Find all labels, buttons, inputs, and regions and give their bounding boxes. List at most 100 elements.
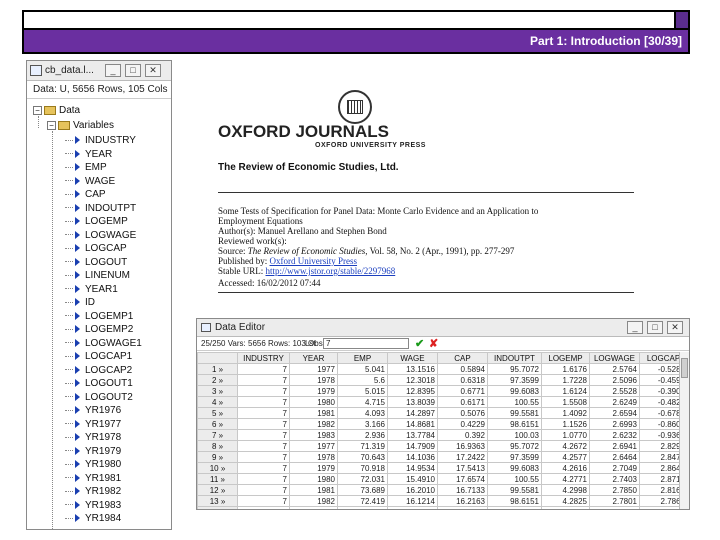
table-cell[interactable]: 4.2616 [541,462,590,474]
minimize-button[interactable]: _ [627,321,643,334]
table-cell[interactable]: 7 [237,451,290,463]
table-cell[interactable]: 1979 [289,385,338,397]
table-row[interactable]: 1 » 7 1977 5.041 13.1516 0.5894 95.7072 1.6176 2… [197,363,688,375]
row-header[interactable]: 3 » [197,385,238,397]
variable-item[interactable]: LOGCAP [65,243,127,255]
table-cell[interactable]: 1982 [289,418,338,430]
table-cell[interactable]: 2.936 [337,429,388,441]
column-header[interactable]: EMP [337,352,388,364]
table-cell[interactable]: 0.6171 [437,396,488,408]
table-cell[interactable]: 1981 [289,407,338,419]
row-header[interactable]: 2 » [197,374,238,386]
variable-item[interactable]: LOGOUT2 [65,392,133,404]
table-cell[interactable]: 1981 [289,484,338,496]
column-header[interactable]: WAGE [387,352,438,364]
table-cell[interactable]: 17.2422 [437,451,488,463]
data-grid[interactable]: INDUSTRY YEAR EMP WAGE CAP INDOUTPT LOGEMP LOGW… [197,352,689,509]
table-cell[interactable]: 1978 [289,374,338,386]
variable-item[interactable]: YR1978 [65,432,121,444]
table-cell[interactable]: 97.3599 [487,451,542,463]
table-cell[interactable]: 2.5096 [589,374,640,386]
variable-item[interactable]: YR1981 [65,473,121,485]
row-header[interactable]: 14 » [197,506,238,509]
table-cell[interactable]: 1980 [289,396,338,408]
column-header[interactable]: INDUSTRY [237,352,290,364]
table-cell[interactable]: 13.1516 [387,363,438,375]
variable-item[interactable]: YR1977 [65,419,121,431]
close-button[interactable]: ✕ [667,321,683,334]
table-cell[interactable]: 4.2672 [541,440,590,452]
table-cell[interactable]: 7 [237,374,290,386]
table-cell[interactable]: 72.419 [337,495,388,507]
row-header[interactable]: 5 » [197,407,238,419]
table-cell[interactable]: 2.6464 [589,451,640,463]
table-cell[interactable]: 1.4092 [541,407,590,419]
table-cell[interactable]: 99.6083 [487,385,542,397]
table-row[interactable]: 7 » 7 1983 2.936 13.7784 0.392 100.03 1.0770 2.6… [197,429,688,441]
collapse-icon[interactable]: − [47,120,56,130]
table-cell[interactable]: 15.4910 [387,473,438,485]
table-row[interactable]: 9 » 7 1978 70.643 14.1036 17.2422 97.3599 4.257… [197,451,688,463]
variable-item[interactable]: CAP [65,189,106,201]
variable-item[interactable]: YEAR [65,149,112,161]
table-cell[interactable]: 1977 [289,363,338,375]
variable-item[interactable]: LOGWAGE1 [65,338,142,350]
table-cell[interactable]: 2.7801 [589,495,640,507]
table-cell[interactable]: 0.4229 [437,418,488,430]
variable-item[interactable]: YR1980 [65,459,121,471]
table-cell[interactable]: 16.8583 [387,506,438,509]
table-cell[interactable]: 98.6151 [487,418,542,430]
table-cell[interactable]: 2.6993 [589,418,640,430]
table-cell[interactable]: 7 [237,385,290,397]
table-cell[interactable]: 16.1214 [387,495,438,507]
table-cell[interactable]: 7 [237,429,290,441]
table-row[interactable]: 8 » 7 1977 71.319 14.7909 16.9363 95.7072 4.267… [197,440,688,452]
table-cell[interactable]: 13.7784 [387,429,438,441]
table-cell[interactable]: 17.6574 [437,473,488,485]
table-cell[interactable]: 95.7072 [487,440,542,452]
table-cell[interactable]: 14.8681 [387,418,438,430]
table-cell[interactable]: 73.689 [337,484,388,496]
table-cell[interactable]: 1977 [289,440,338,452]
table-cell[interactable]: 2.8248 [589,506,640,509]
table-cell[interactable]: 98.6151 [487,495,542,507]
stable-url-link[interactable]: http://www.jstor.org/stable/2297968 [266,266,396,276]
table-row[interactable]: 12 » 7 1981 73.689 16.2010 16.7133 99.5581 4.29… [197,484,688,496]
row-header[interactable]: 6 » [197,418,238,430]
table-cell[interactable]: 99.5581 [487,484,542,496]
table-cell[interactable]: 14.2897 [387,407,438,419]
table-cell[interactable]: 100.55 [487,396,542,408]
table-cell[interactable]: 4.715 [337,396,388,408]
table-cell[interactable]: 7 [237,407,290,419]
variable-item[interactable]: YR1979 [65,446,121,458]
variable-item[interactable]: LINENUM [65,270,130,282]
table-cell[interactable]: 7 [237,440,290,452]
table-cell[interactable]: 0.5076 [437,407,488,419]
table-cell[interactable]: 2.6594 [589,407,640,419]
table-cell[interactable]: 7 [237,506,290,509]
variable-item[interactable]: YR1982 [65,486,121,498]
table-cell[interactable]: 4.2771 [541,473,590,485]
table-cell[interactable]: 1983 [289,506,338,509]
variable-item[interactable]: YEAR1 [65,284,118,296]
table-cell[interactable]: 14.9534 [387,462,438,474]
table-cell[interactable]: 1980 [289,473,338,485]
row-header[interactable]: 8 » [197,440,238,452]
table-cell[interactable]: 2.6249 [589,396,640,408]
maximize-button[interactable]: □ [647,321,663,334]
variable-item[interactable]: INDOUTPT [65,203,136,215]
scrollbar-thumb[interactable] [681,358,688,378]
table-cell[interactable]: 1983 [289,429,338,441]
table-cell[interactable]: 2.6941 [589,440,640,452]
table-cell[interactable]: 1.5508 [541,396,590,408]
minimize-button[interactable]: _ [105,64,121,77]
table-cell[interactable]: 7 [237,363,290,375]
variable-item[interactable]: EMP [65,162,107,174]
table-cell[interactable]: 1.6176 [541,363,590,375]
variable-item[interactable]: LOGOUT1 [65,378,133,390]
data-editor-titlebar[interactable]: Data Editor _ □ ✕ [197,319,689,337]
row-header[interactable]: 10 » [197,462,238,474]
table-row[interactable]: 2 » 7 1978 5.6 12.3018 0.6318 97.3599 1.7228 2.5… [197,374,688,386]
table-row[interactable]: 5 » 7 1981 4.093 14.2897 0.5076 99.5581 1.4092 2… [197,407,688,419]
row-header[interactable]: 13 » [197,495,238,507]
